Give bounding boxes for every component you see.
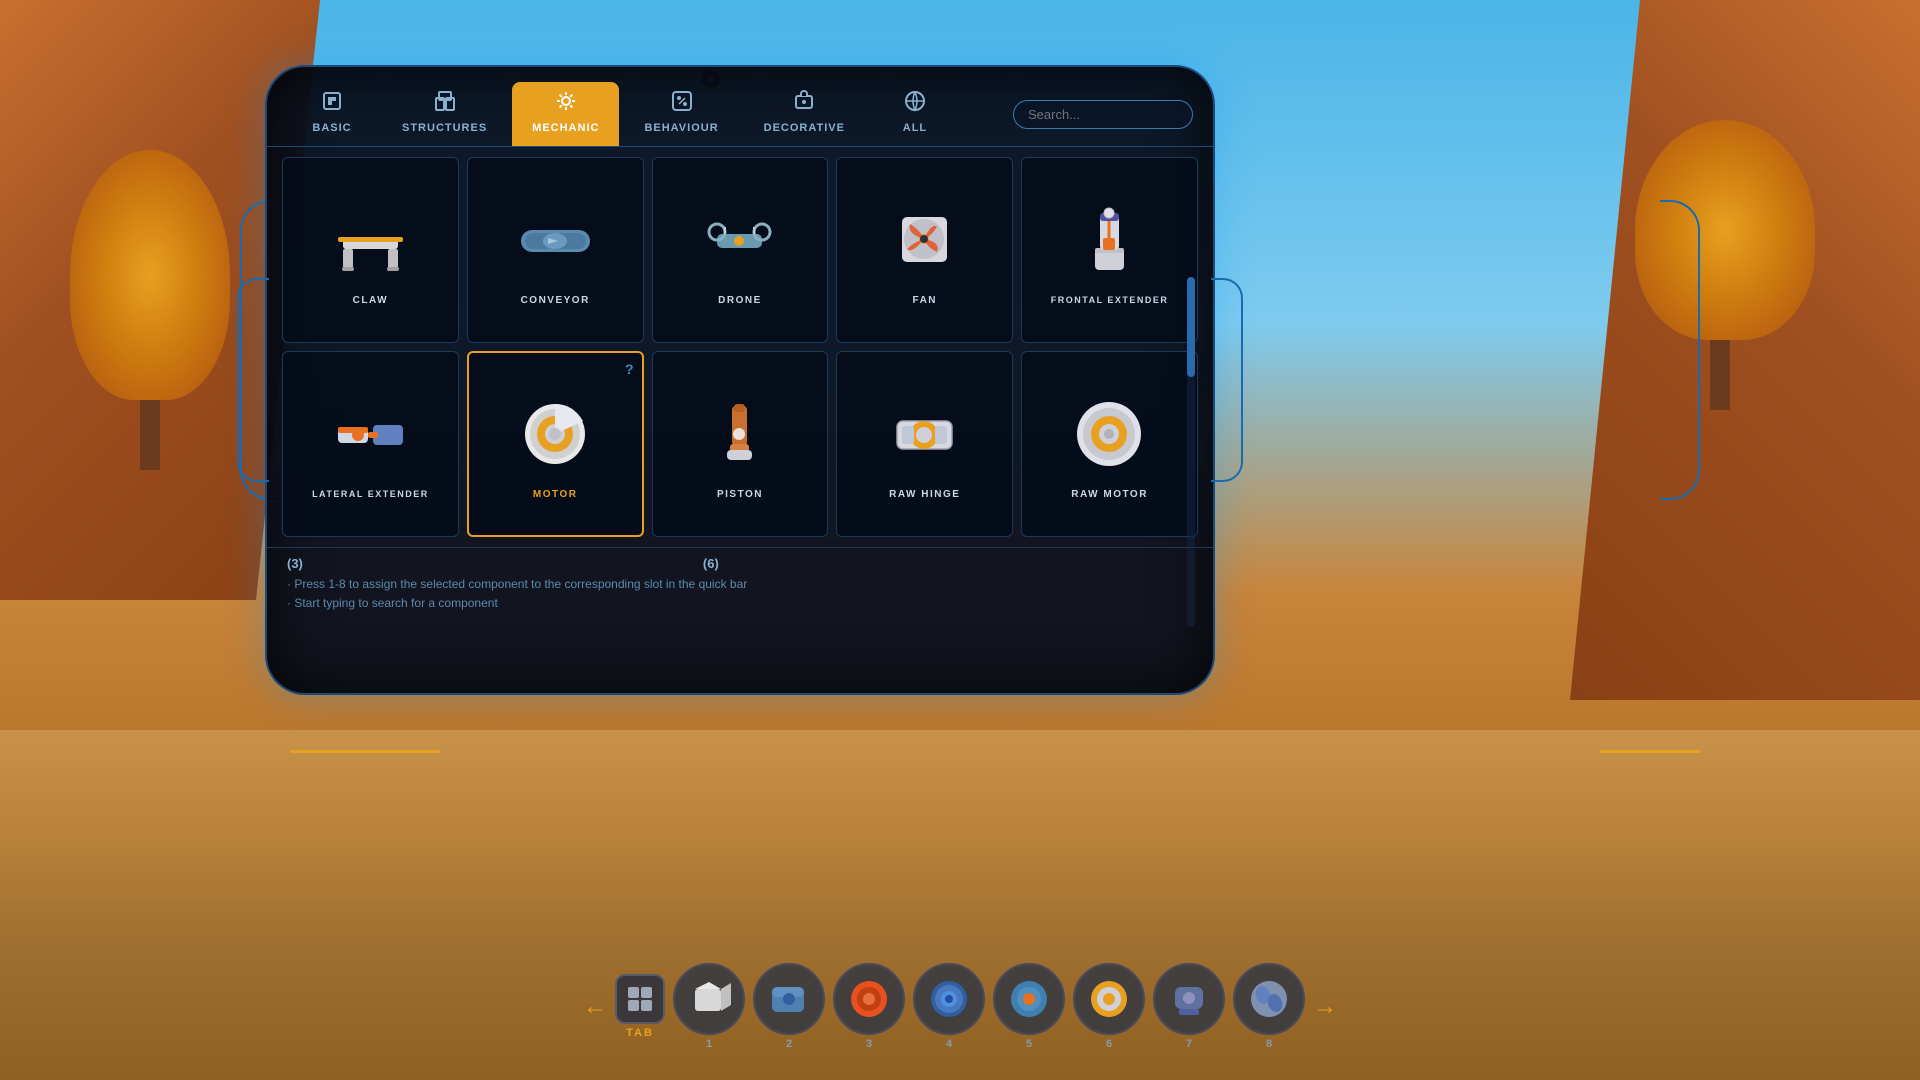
claw-label: CLAW [353, 295, 388, 306]
motor-icon [510, 389, 600, 479]
slot-2-num: 2 [786, 1038, 792, 1050]
lateral-extender-icon [325, 389, 415, 479]
quickbar-slot-7[interactable]: 7 [1153, 963, 1225, 1050]
quickbar-slot-8[interactable]: 8 [1233, 963, 1305, 1050]
raw-motor-label: RAW MOTOR [1071, 489, 1148, 500]
slot-5-num: 5 [1026, 1038, 1032, 1050]
frontal-extender-label: FRONTAL EXTENDER [1051, 295, 1169, 305]
quickbar-arrow-left: ← [583, 993, 607, 1021]
slot-6-num: 6 [1106, 1038, 1112, 1050]
item-raw-motor[interactable]: RAW MOTOR [1021, 351, 1198, 537]
item-piston[interactable]: PISTON [652, 351, 829, 537]
orange-line-right [1600, 750, 1700, 753]
hint-2: · Start typing to search for a component [287, 594, 1193, 613]
fan-icon [880, 195, 970, 285]
frontal-extender-icon [1065, 195, 1155, 285]
quickbar-slot-4[interactable]: 4 [913, 963, 985, 1050]
claw-icon [325, 195, 415, 285]
quickbar-slot-2[interactable]: 2 [753, 963, 825, 1050]
tab-structures-label: STRUCTURES [402, 122, 487, 134]
slot-8-num: 8 [1266, 1038, 1272, 1050]
tab-behaviour-label: BEHAVIOUR [644, 122, 718, 134]
mechanic-icon [555, 90, 577, 117]
slot-6-icon [1073, 963, 1145, 1035]
info-bar: (3) (6) · Press 1-8 to assign the select… [267, 547, 1213, 621]
scrollbar-track [1187, 277, 1195, 627]
motor-question-icon: ? [625, 361, 634, 377]
main-panel: BASIC STRUCTURES MECHANIC BEHAVIOUR DECO… [265, 65, 1215, 695]
conveyor-label: CONVEYOR [521, 295, 590, 306]
slot-5-icon [993, 963, 1065, 1035]
item-fan[interactable]: FAN [836, 157, 1013, 343]
orange-line-left [290, 750, 440, 753]
raw-hinge-label: RAW HINGE [889, 489, 960, 500]
drone-label: DRONE [718, 295, 762, 306]
info-num-left: (3) [287, 556, 303, 571]
tab-basic-label: BASIC [312, 122, 351, 134]
item-conveyor[interactable]: CONVEYOR [467, 157, 644, 343]
quickbar-slot-5[interactable]: 5 [993, 963, 1065, 1050]
tab-decorative[interactable]: DECORATIVE [744, 82, 865, 146]
tree-right [1620, 120, 1820, 400]
quickbar-slot-1[interactable]: 1 [673, 963, 745, 1050]
slot-7-icon [1153, 963, 1225, 1035]
slot-1-num: 1 [706, 1038, 712, 1050]
slot-4-icon [913, 963, 985, 1035]
hint-1: · Press 1-8 to assign the selected compo… [287, 575, 1193, 594]
tab-mechanic-label: MECHANIC [532, 122, 599, 134]
behaviour-icon [671, 90, 693, 117]
drone-icon [695, 195, 785, 285]
item-drone[interactable]: DRONE [652, 157, 829, 343]
decorative-icon [793, 90, 815, 117]
tree-left [60, 150, 240, 470]
conveyor-icon [510, 195, 600, 285]
scrollbar-thumb[interactable] [1187, 277, 1195, 377]
quickbar-slot-6[interactable]: 6 [1073, 963, 1145, 1050]
item-motor[interactable]: ? MOTOR [467, 351, 644, 537]
quickbar-arrow-right: → [1313, 993, 1337, 1021]
item-lateral-extender[interactable]: LATERAL EXTENDER [282, 351, 459, 537]
raw-motor-icon [1065, 389, 1155, 479]
raw-hinge-icon [880, 389, 970, 479]
slot-3-num: 3 [866, 1038, 872, 1050]
tabs-row: BASIC STRUCTURES MECHANIC BEHAVIOUR DECO… [267, 67, 1213, 147]
piston-icon [695, 389, 785, 479]
tab-mechanic[interactable]: MECHANIC [512, 82, 619, 146]
all-icon [904, 90, 926, 117]
info-hints: · Press 1-8 to assign the selected compo… [287, 575, 1193, 613]
basic-icon [321, 90, 343, 117]
tab-indicator-label: TAB [626, 1027, 654, 1039]
item-raw-hinge[interactable]: RAW HINGE [836, 351, 1013, 537]
item-frontal-extender[interactable]: FRONTAL EXTENDER [1021, 157, 1198, 343]
tab-all-label: ALL [903, 122, 927, 134]
quickbar-slot-3[interactable]: 3 [833, 963, 905, 1050]
item-claw[interactable]: CLAW [282, 157, 459, 343]
slot-2-icon [753, 963, 825, 1035]
tab-all[interactable]: ALL [870, 82, 960, 146]
side-curve-right [1660, 200, 1700, 500]
lateral-extender-label: LATERAL EXTENDER [312, 489, 429, 499]
item-grid: CLAW CONVEYOR [267, 147, 1213, 547]
tab-decorative-label: DECORATIVE [764, 122, 845, 134]
slot-1-icon [673, 963, 745, 1035]
slot-3-icon [833, 963, 905, 1035]
slot-7-num: 7 [1186, 1038, 1192, 1050]
tab-basic[interactable]: BASIC [287, 82, 377, 146]
tab-behaviour[interactable]: BEHAVIOUR [624, 82, 738, 146]
slot-4-num: 4 [946, 1038, 952, 1050]
tab-indicator[interactable]: TAB [615, 974, 665, 1039]
info-numbers: (3) (6) [287, 556, 1193, 571]
info-num-right: (6) [703, 556, 719, 571]
quickbar: ← TAB 1 [583, 963, 1337, 1050]
tab-structures[interactable]: STRUCTURES [382, 82, 507, 146]
search-input[interactable] [1013, 100, 1193, 129]
slot-8-icon [1233, 963, 1305, 1035]
fan-label: FAN [913, 295, 938, 306]
motor-label: MOTOR [533, 489, 578, 500]
tab-indicator-icon [615, 974, 665, 1024]
piston-label: PISTON [717, 489, 763, 500]
structures-icon [434, 90, 456, 117]
